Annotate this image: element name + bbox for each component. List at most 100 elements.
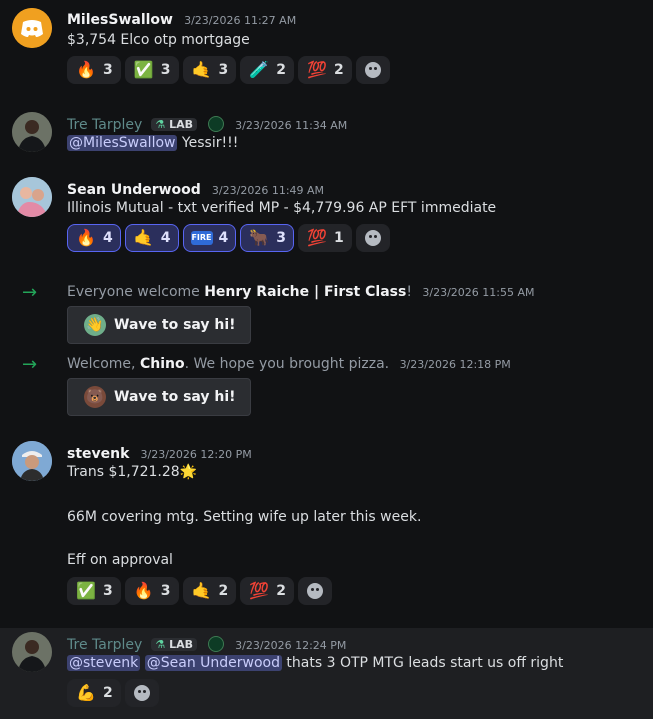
check-icon: ✅ [133,60,154,79]
reaction-count: 3 [160,583,171,599]
fire-text-icon: FIRE [190,231,213,245]
system-suffix: . We hope you brought pizza. [184,356,390,372]
add-reaction-button[interactable] [355,56,390,84]
fire-icon: 🔥 [133,581,154,600]
avatar[interactable] [12,441,52,481]
reaction-count: 4 [160,230,171,246]
role-badge-icon[interactable] [208,116,225,132]
bull-icon: 🐂 [249,228,270,247]
message-line: 66M covering mtg. Setting wife up later … [67,509,422,525]
author-name[interactable]: Tre Tarpley [67,117,142,133]
add-reaction-button[interactable] [355,224,390,252]
avatar[interactable] [12,8,52,48]
role-tag[interactable]: ⚗ LAB [151,638,197,651]
reaction-call-me[interactable]: 🤙 4 [124,224,179,252]
smile-icon [364,62,381,78]
reaction-fire[interactable]: 🔥 4 [67,224,121,252]
user-photo-icon [12,632,52,672]
join-arrow-icon: → [22,282,38,303]
beaker-icon: ⚗ [155,118,166,131]
reaction-count: 2 [218,583,229,599]
smile-icon [307,583,323,599]
reaction-count: 2 [276,583,286,599]
message-line: Eff on approval [67,552,173,568]
user-mention[interactable]: @stevenk [67,655,141,671]
wave-sticker-icon: 🐻 [84,386,106,408]
reaction-fire-text[interactable]: FIRE 4 [182,224,237,252]
message-line: Trans $1,721.28 [67,464,180,480]
reaction-call-me[interactable]: 🤙 2 [182,577,237,605]
hundred-icon: 💯 [307,228,327,247]
reaction-bull[interactable]: 🐂 3 [240,224,294,252]
system-prefix: Welcome, [67,356,140,372]
reaction-fire[interactable]: 🔥 3 [124,577,179,605]
message-text: @stevenk @Sean Underwood thats 3 OTP MTG… [67,655,563,671]
fire-icon: 🔥 [76,228,96,247]
wave-button[interactable]: 👋 Wave to say hi! [67,306,251,344]
add-reaction-button[interactable] [124,679,159,707]
avatar[interactable] [12,112,52,152]
call-me-hand-icon: 🤙 [133,228,154,247]
timestamp[interactable]: 3/23/2026 12:24 PM [235,639,346,652]
call-me-hand-icon: 🤙 [191,60,212,79]
reaction-count: 4 [218,230,229,246]
reaction-count: 2 [276,62,286,78]
joined-user-name[interactable]: Henry Raiche | First Class [204,284,406,300]
reaction-count: 3 [160,62,171,78]
hundred-icon: 💯 [249,581,270,600]
avatar[interactable] [12,177,52,217]
reaction-check[interactable]: ✅ 3 [67,577,121,605]
reaction-flexed-biceps[interactable]: 💪 2 [67,679,121,707]
reactions-bar: ✅ 3 🔥 3 🤙 2 💯 2 [67,577,332,605]
fire-icon: 🔥 [76,60,96,79]
author-name[interactable]: Tre Tarpley [67,637,142,653]
reaction-call-me[interactable]: 🤙 3 [182,56,237,84]
reaction-count: 4 [103,230,113,246]
system-join-message: Everyone welcome Henry Raiche | First Cl… [67,284,535,300]
system-suffix: ! [406,284,412,300]
message-text-content: thats 3 OTP MTG leads start us off right [281,655,564,671]
wave-button-label: Wave to say hi! [114,317,236,333]
message-text: $3,754 Elco otp mortgage [67,32,250,48]
reaction-count: 3 [103,62,113,78]
author-name[interactable]: MilesSwallow [67,12,173,28]
wave-sticker-icon: 👋 [84,314,106,336]
flexed-biceps-icon: 💪 [76,683,96,702]
reaction-count: 1 [334,230,344,246]
timestamp[interactable]: 3/23/2026 12:20 PM [141,448,252,461]
timestamp[interactable]: 3/23/2026 11:34 AM [235,119,347,132]
timestamp[interactable]: 3/23/2026 11:55 AM [422,286,534,299]
reaction-hundred[interactable]: 💯 2 [298,56,352,84]
avatar[interactable] [12,632,52,672]
smile-icon [364,230,381,246]
reaction-check[interactable]: ✅ 3 [124,56,179,84]
role-tag[interactable]: ⚗ LAB [151,118,197,131]
hundred-icon: 💯 [307,60,327,79]
timestamp[interactable]: 3/23/2026 11:27 AM [184,14,296,27]
message-text: Illinois Mutual - txt verified MP - $4,7… [67,200,497,216]
user-mention[interactable]: @Sean Underwood [144,655,282,671]
beaker-icon: ⚗ [155,638,166,651]
timestamp[interactable]: 3/23/2026 12:18 PM [400,358,511,371]
author-name[interactable]: stevenk [67,446,129,462]
author-name[interactable]: Sean Underwood [67,182,201,198]
reaction-count: 2 [103,685,113,701]
timestamp[interactable]: 3/23/2026 11:49 AM [212,184,324,197]
reaction-fire[interactable]: 🔥 3 [67,56,121,84]
flask-icon: 🧪 [249,60,270,79]
reactions-bar: 🔥 4 🤙 4 FIRE 4 🐂 3 💯 1 [67,224,390,252]
role-badge-icon[interactable] [208,636,225,652]
reaction-hundred[interactable]: 💯 1 [298,224,352,252]
role-tag-label: LAB [169,118,193,131]
smile-icon [133,685,150,701]
check-icon: ✅ [76,581,96,600]
user-photo-icon [12,177,52,217]
user-mention[interactable]: @MilesSwallow [67,135,178,151]
wave-button[interactable]: 🐻 Wave to say hi! [67,378,251,416]
joined-user-name[interactable]: Chino [140,356,185,372]
message-text: @MilesSwallow Yessir!!! [67,135,238,151]
add-reaction-button[interactable] [298,577,332,605]
reaction-hundred[interactable]: 💯 2 [240,577,294,605]
reaction-flask[interactable]: 🧪 2 [240,56,294,84]
system-prefix: Everyone welcome [67,284,205,300]
